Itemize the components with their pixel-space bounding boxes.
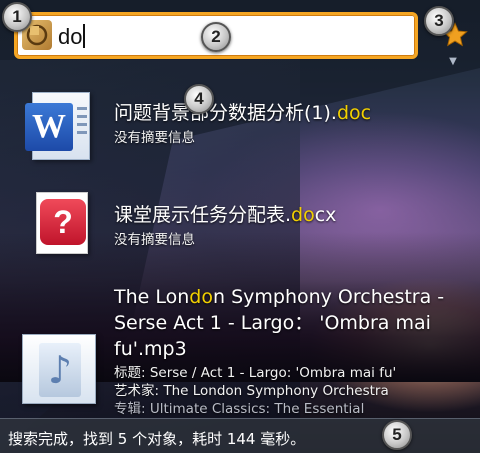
result-meta-artist: 艺术家: The London Symphony Orchestra (114, 383, 389, 399)
result-file-name-line3: fu'.mp3 (114, 338, 187, 360)
file-name-prefix: 问题背景部分数据分析(1). (114, 102, 337, 124)
document-lines-icon (77, 107, 87, 139)
file-name-prefix: 课堂展示任务分配表. (114, 204, 292, 226)
result-file-name: 问题背景部分数据分析(1).doc (114, 100, 371, 126)
search-query-text: do (58, 24, 83, 49)
search-bar: do ▼ (0, 0, 480, 72)
file-name-match: do (189, 286, 213, 308)
result-file-name: 课堂展示任务分配表.docx (114, 202, 336, 228)
music-note-icon: ♪ (39, 343, 81, 397)
text-caret (83, 24, 86, 48)
chevron-down-icon[interactable]: ▼ (446, 57, 460, 67)
file-name-suffix: n Symphony Orchestra - (212, 286, 445, 308)
result-item-mp3[interactable]: ♪ The London Symphony Orchestra - Serse … (0, 282, 480, 418)
status-text: 搜索完成，找到 5 个对象，耗时 144 毫秒。 (8, 430, 306, 448)
file-name-match: do (336, 102, 361, 124)
word-document-icon: W (25, 92, 90, 160)
annotation-marker-1: 1 (2, 2, 32, 32)
file-name-suffix: c (360, 102, 372, 124)
music-file-icon: ♪ (22, 334, 96, 404)
annotation-marker-2: 2 (201, 22, 231, 52)
annotation-marker-5: 5 (382, 420, 412, 450)
file-name-suffix: cx (314, 204, 337, 226)
search-query[interactable]: do (58, 24, 86, 50)
result-meta-title: 标题: Serse / Act 1 - Largo: 'Ombra mai fu… (114, 365, 397, 381)
result-item-doc[interactable]: W 问题背景部分数据分析(1).doc 没有摘要信息 (0, 92, 480, 160)
file-name-prefix: The Lon (114, 286, 190, 308)
result-item-docx[interactable]: ? 课堂展示任务分配表.docx 没有摘要信息 (0, 192, 480, 256)
annotation-marker-4: 4 (184, 84, 214, 114)
result-meta-album: 专辑: Ultimate Classics: The Essential (114, 401, 365, 417)
unknown-file-icon: ? (36, 192, 88, 254)
result-file-name-line2: Serse Act 1 - Largo： 'Ombra mai (114, 312, 431, 334)
file-name-match: do (291, 204, 315, 226)
question-mark-icon: ? (40, 199, 86, 245)
annotation-marker-3: 3 (424, 6, 454, 36)
word-letter-icon: W (25, 103, 73, 151)
result-file-name-line1: The London Symphony Orchestra - (114, 284, 444, 310)
result-summary: 没有摘要信息 (114, 130, 195, 146)
result-summary: 没有摘要信息 (114, 232, 195, 248)
